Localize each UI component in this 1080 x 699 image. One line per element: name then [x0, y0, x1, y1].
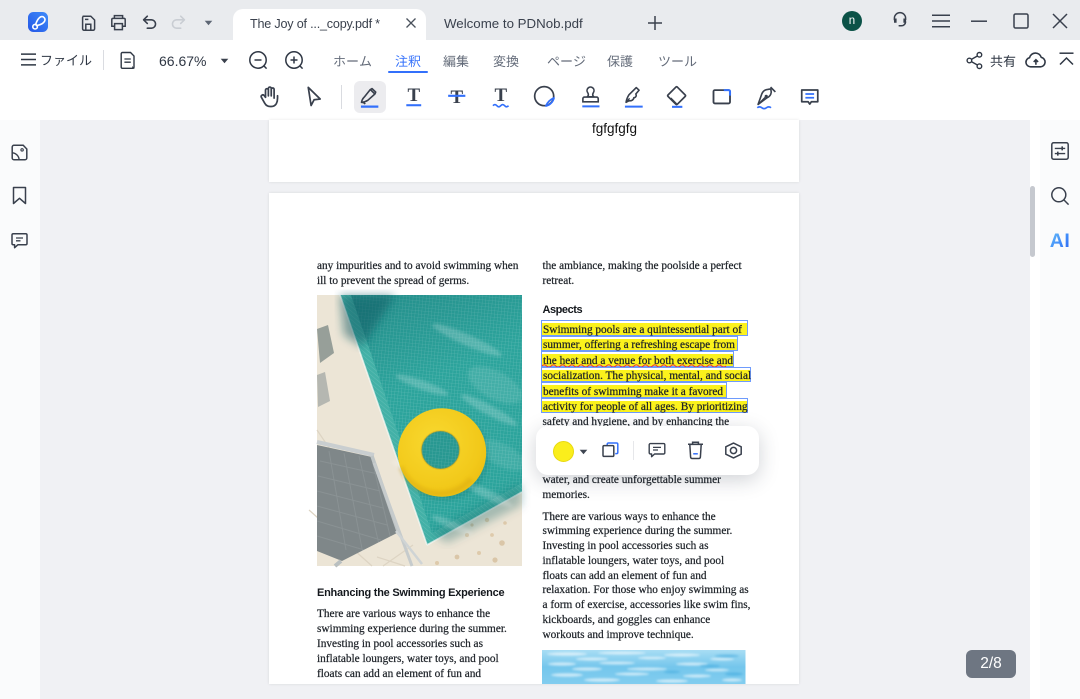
svg-text:T: T [407, 85, 420, 106]
svg-text:T: T [495, 85, 508, 106]
svg-text:T: T [451, 87, 464, 108]
svg-text:AI: AI [1050, 230, 1071, 252]
